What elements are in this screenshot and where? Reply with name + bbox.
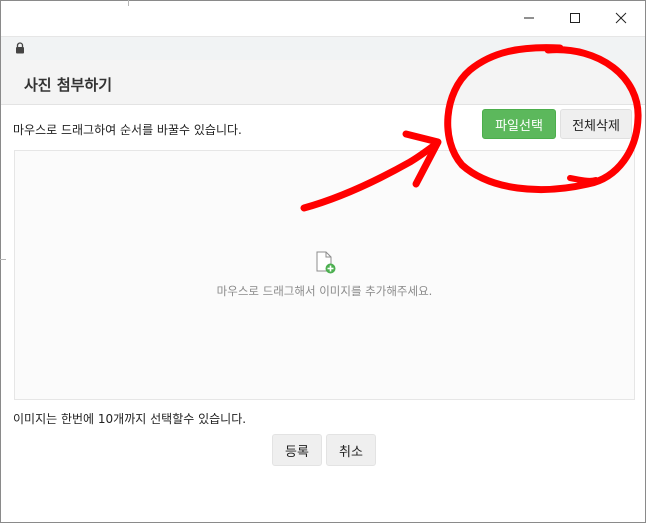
register-button[interactable]: 등록: [272, 434, 322, 466]
select-files-button[interactable]: 파일선택: [482, 109, 556, 139]
close-button[interactable]: [598, 1, 644, 35]
minimize-icon: [524, 17, 534, 19]
maximize-icon: [570, 13, 580, 23]
title-bar: [1, 1, 645, 36]
selection-limit-note: 이미지는 한번에 10개까지 선택할수 있습니다.: [13, 412, 247, 426]
reorder-instruction: 마우스로 드래그하여 순서를 바꿀수 있습니다.: [13, 123, 242, 137]
add-file-icon: [316, 251, 336, 274]
address-bar: [1, 36, 645, 61]
cancel-button[interactable]: 취소: [326, 434, 376, 466]
browser-popup-window: 사진 첨부하기 마우스로 드래그하여 순서를 바꿀수 있습니다. 파일선택 전체…: [0, 0, 646, 523]
close-icon: [615, 12, 627, 24]
minimize-button[interactable]: [506, 1, 552, 35]
lock-icon: [16, 42, 24, 54]
edge-artifact: [0, 259, 6, 260]
image-drop-zone[interactable]: 마우스로 드래그해서 이미지를 추가해주세요.: [14, 150, 635, 400]
drop-zone-hint: 마우스로 드래그해서 이미지를 추가해주세요.: [216, 284, 433, 298]
edge-artifact: [128, 0, 129, 6]
delete-all-button[interactable]: 전체삭제: [560, 109, 632, 139]
maximize-button[interactable]: [552, 1, 598, 35]
dialog-title: 사진 첨부하기: [24, 76, 113, 94]
dialog-header: 사진 첨부하기: [1, 60, 645, 105]
